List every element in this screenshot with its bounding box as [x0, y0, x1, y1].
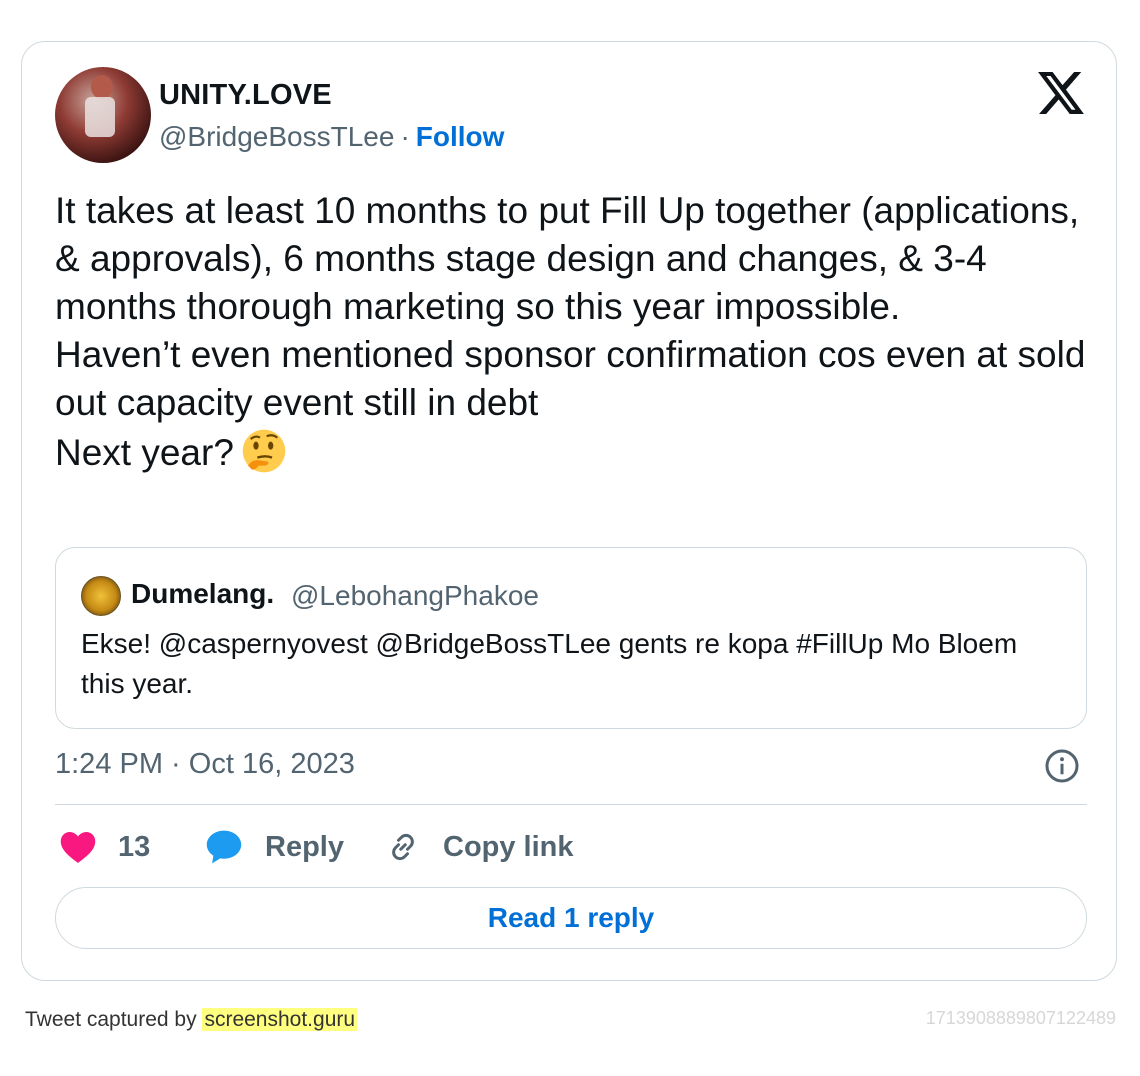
- divider: [55, 804, 1087, 805]
- captured-by-text: Tweet captured by: [25, 1008, 197, 1031]
- author-display-name[interactable]: UNITY.LOVE: [159, 79, 332, 112]
- reply-label: Reply: [265, 830, 344, 863]
- speech-bubble-icon: [206, 830, 242, 864]
- tweet-body: It takes at least 10 months to put Fill …: [55, 190, 1086, 473]
- like-count: 13: [118, 830, 151, 863]
- tweet-id: 1713908889807122489: [925, 1008, 1116, 1028]
- author-handle-line: @BridgeBossTLee · Follow: [159, 121, 504, 153]
- tweet-text: It takes at least 10 months to put Fill …: [55, 187, 1105, 477]
- x-logo-icon[interactable]: [1038, 72, 1084, 114]
- quoted-tweet[interactable]: Dumelang. @LebohangPhakoe Ekse! @caspern…: [55, 547, 1087, 729]
- quoted-text: Ekse! @caspernyovest @BridgeBossTLee gen…: [81, 628, 1018, 699]
- copy-link-button[interactable]: Copy link: [385, 822, 574, 872]
- like-button[interactable]: 13: [60, 822, 150, 872]
- info-icon[interactable]: [1044, 748, 1080, 784]
- quoted-handle: @LebohangPhakoe: [291, 580, 539, 611]
- quoted-display-name: Dumelang.: [131, 578, 275, 609]
- thinking-face-icon: [242, 429, 286, 473]
- author-handle[interactable]: @BridgeBossTLee: [159, 121, 394, 152]
- tweet-timestamp[interactable]: 1:24 PM · Oct 16, 2023: [55, 748, 355, 781]
- read-replies-button[interactable]: Read 1 reply: [55, 887, 1087, 949]
- tweet-card: UNITY.LOVE @BridgeBossTLee · Follow It tak…: [21, 41, 1117, 981]
- separator: ·: [400, 121, 410, 152]
- heart-icon: [60, 832, 96, 863]
- action-bar: 13 Reply Copy link: [55, 822, 1087, 872]
- follow-button[interactable]: Follow: [416, 121, 505, 152]
- screenshot-guru-link[interactable]: screenshot.guru: [202, 1008, 358, 1031]
- copy-link-label: Copy link: [443, 830, 574, 863]
- reply-button[interactable]: Reply: [205, 822, 344, 872]
- link-icon: [392, 833, 414, 861]
- footer-caption: Tweet captured by screenshot.guru: [25, 1008, 358, 1032]
- avatar[interactable]: [55, 67, 151, 163]
- quoted-avatar: [81, 576, 121, 616]
